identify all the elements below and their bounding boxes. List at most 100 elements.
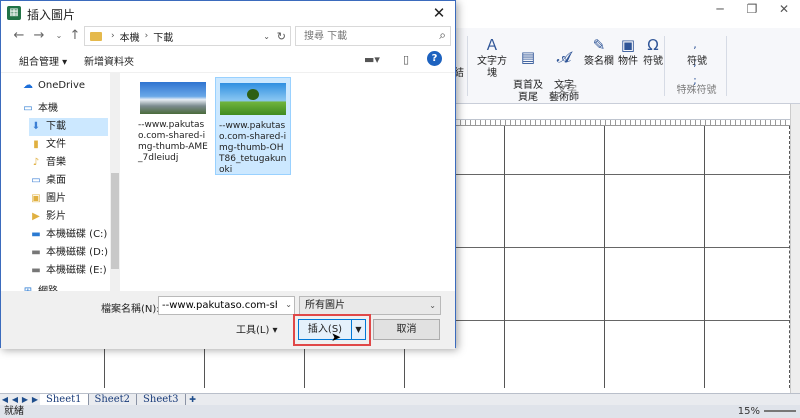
recent-dropdown-icon[interactable]: ⌄ — [51, 27, 67, 45]
textbox-label: 文字方塊 — [477, 56, 507, 79]
dialog-close-icon[interactable]: ✕ — [429, 3, 449, 23]
image-thumbnail — [220, 83, 286, 115]
signature-button[interactable]: ✎ 簽名欄 — [582, 36, 616, 68]
object-button[interactable]: ▣ 物件 — [616, 36, 640, 68]
download-folder-icon — [90, 31, 102, 41]
prev-sheet-icon[interactable]: ◀ — [10, 395, 20, 404]
insert-picture-dialog: ▦ 插入圖片 ✕ ← → ⌄ ↑ › 本機 › 下載 ⌄ ↻ ⌕ 組合管理 ▾ … — [0, 0, 456, 349]
dialog-toolbar: 組合管理 ▾ 新增資料夾 ▬▾ ▯ ? — [1, 47, 455, 73]
sheet-tab-bar: ◀ ◀ ▶ ▶ Sheet1 Sheet2 Sheet3 ✚ — [0, 393, 800, 406]
nav-item-music[interactable]: ♪ 音樂 — [29, 154, 121, 172]
last-sheet-icon[interactable]: ▶ — [30, 395, 40, 404]
nav-item-label: OneDrive — [38, 80, 86, 91]
wordart-icon: 𝓐 — [556, 48, 572, 66]
minimize-icon[interactable]: ─ — [704, 0, 736, 20]
close-icon[interactable]: ✕ — [768, 0, 800, 20]
textbox-button[interactable]: Ａ 文字方塊 — [474, 36, 510, 80]
dialog-titlebar: ▦ 插入圖片 ✕ — [1, 1, 455, 25]
nav-item-drive-c[interactable]: ▬ 本機磁碟 (C:) — [29, 226, 121, 244]
ribbon-group-special-symbols: , ; ; 符號 特殊符號 — [667, 36, 727, 96]
ribbon-group-text: Ａ 文字方塊 ▤ 頁首及 頁尾 𝓐 文字 藝術師 ✎ 簽名欄 ▣ 物件 Ω 符號 — [470, 36, 665, 103]
nav-item-desktop[interactable]: ▭ 桌面 — [29, 172, 121, 190]
breadcrumb-downloads[interactable]: 下載 — [153, 29, 173, 44]
group-label-special-symbols: 特殊符號 — [676, 85, 717, 96]
tools-button[interactable]: 工具(L) ▾ — [236, 321, 278, 336]
nav-item-onedrive[interactable]: ☁ OneDrive — [21, 77, 121, 95]
filetype-value: 所有圖片 — [305, 300, 345, 311]
nav-item-label: 本機磁碟 (C:) — [46, 229, 108, 240]
filetype-select[interactable]: 所有圖片 ⌄ — [299, 296, 441, 315]
new-sheet-icon[interactable]: ✚ — [186, 395, 200, 404]
symbol-label: 符號 — [643, 56, 663, 67]
nav-item-drive-d[interactable]: ▬ 本機磁碟 (D:) — [29, 244, 121, 262]
filename-combobox[interactable]: ⌄ — [158, 296, 295, 315]
status-bar: 就緒 15% — [0, 405, 800, 418]
forward-arrow-icon[interactable]: → — [31, 27, 47, 45]
zoom-level: 15% — [737, 406, 760, 417]
videos-folder-icon: ▶ — [32, 211, 40, 222]
nav-item-pictures[interactable]: ▣ 圖片 — [29, 190, 121, 208]
refresh-icon[interactable]: ↻ — [277, 30, 286, 43]
next-sheet-icon[interactable]: ▶ — [20, 395, 30, 404]
object-icon: ▣ — [620, 36, 636, 54]
music-folder-icon: ♪ — [32, 157, 40, 168]
object-label: 物件 — [618, 56, 638, 67]
filename-input[interactable] — [159, 297, 279, 314]
preview-pane-icon[interactable]: ▯ — [403, 53, 409, 66]
sheet-tab-1[interactable]: Sheet1 — [40, 393, 89, 406]
nav-item-label: 下載 — [46, 121, 66, 132]
desktop-folder-icon: ▭ — [31, 175, 41, 186]
nav-pane-scrollbar[interactable] — [110, 73, 120, 291]
chevron-down-icon[interactable]: ⌄ — [285, 300, 292, 309]
zoom-slider[interactable] — [764, 410, 796, 412]
insert-dropdown-icon[interactable]: ▼ — [352, 319, 366, 340]
signature-label: 簽名欄 — [584, 56, 614, 67]
back-arrow-icon[interactable]: ← — [11, 27, 27, 45]
nav-item-drive-e[interactable]: ▬ 本機磁碟 (E:) — [29, 262, 121, 280]
nav-item-label: 本機磁碟 (E:) — [46, 265, 107, 276]
search-box[interactable]: ⌕ — [295, 26, 451, 46]
address-dropdown-icon[interactable]: ⌄ — [263, 32, 270, 41]
sheet-tab-2[interactable]: Sheet2 — [89, 393, 138, 406]
window-controls: ─ ❐ ✕ — [704, 0, 800, 20]
up-arrow-icon[interactable]: ↑ — [67, 27, 83, 45]
nav-pane-scroll-thumb[interactable] — [111, 173, 119, 269]
nav-item-this-pc[interactable]: ▭ 本機 — [21, 100, 121, 118]
nav-item-videos[interactable]: ▶ 影片 — [29, 208, 121, 226]
breadcrumb-this-pc[interactable]: 本機 — [120, 29, 140, 44]
file-list: --www.pakutaso.com-shared-img-thumb-AME_… — [123, 73, 453, 291]
search-icon[interactable]: ⌕ — [439, 28, 446, 43]
nav-item-downloads[interactable]: ⬇ 下載 — [29, 118, 108, 136]
nav-item-label: 文件 — [46, 139, 66, 150]
drive-icon: ▬ — [31, 265, 41, 276]
restore-icon[interactable]: ❐ — [736, 0, 768, 20]
computer-icon: ▭ — [23, 103, 33, 114]
help-icon[interactable]: ? — [427, 51, 442, 66]
nav-item-label: 本機 — [38, 103, 58, 114]
first-sheet-icon[interactable]: ◀ — [0, 395, 10, 404]
nav-item-label: 圖片 — [46, 193, 66, 204]
download-folder-icon: ⬇ — [31, 121, 41, 132]
organize-button[interactable]: 組合管理 ▾ — [19, 53, 67, 68]
insert-button[interactable]: 插入(S) — [298, 319, 352, 340]
file-name: --www.pakutaso.com-shared-img-thumb-AME_… — [138, 120, 208, 163]
address-bar[interactable]: › 本機 › 下載 ⌄ ↻ — [84, 26, 291, 46]
symbol-button[interactable]: Ω 符號 — [641, 36, 665, 68]
nav-item-label: 桌面 — [46, 175, 66, 186]
nav-item-label: 影片 — [46, 211, 66, 222]
nav-item-documents[interactable]: ▮ 文件 — [29, 136, 121, 154]
vertical-scrollbar[interactable] — [790, 104, 800, 394]
file-tile-1[interactable]: --www.pakutaso.com-shared-img-thumb-AME_… — [135, 77, 211, 175]
chevron-down-icon[interactable]: ⌄ — [429, 297, 436, 314]
cancel-button[interactable]: 取消 — [373, 319, 440, 340]
sheet-tab-3[interactable]: Sheet3 — [137, 393, 186, 406]
documents-folder-icon: ▮ — [33, 139, 39, 150]
new-folder-button[interactable]: 新增資料夾 — [84, 53, 134, 68]
nav-item-label: 本機磁碟 (D:) — [46, 247, 109, 258]
view-options-icon[interactable]: ▬▾ — [364, 53, 380, 66]
file-tile-2[interactable]: --www.pakutaso.com-shared-img-thumb-OHT8… — [215, 77, 291, 175]
search-input[interactable] — [296, 27, 426, 45]
mouse-pointer-icon: ➤ — [331, 330, 342, 344]
special-symbols-button[interactable]: , ; ; 符號 — [673, 36, 721, 87]
nav-item-network[interactable]: ⊞網路 — [21, 283, 121, 291]
